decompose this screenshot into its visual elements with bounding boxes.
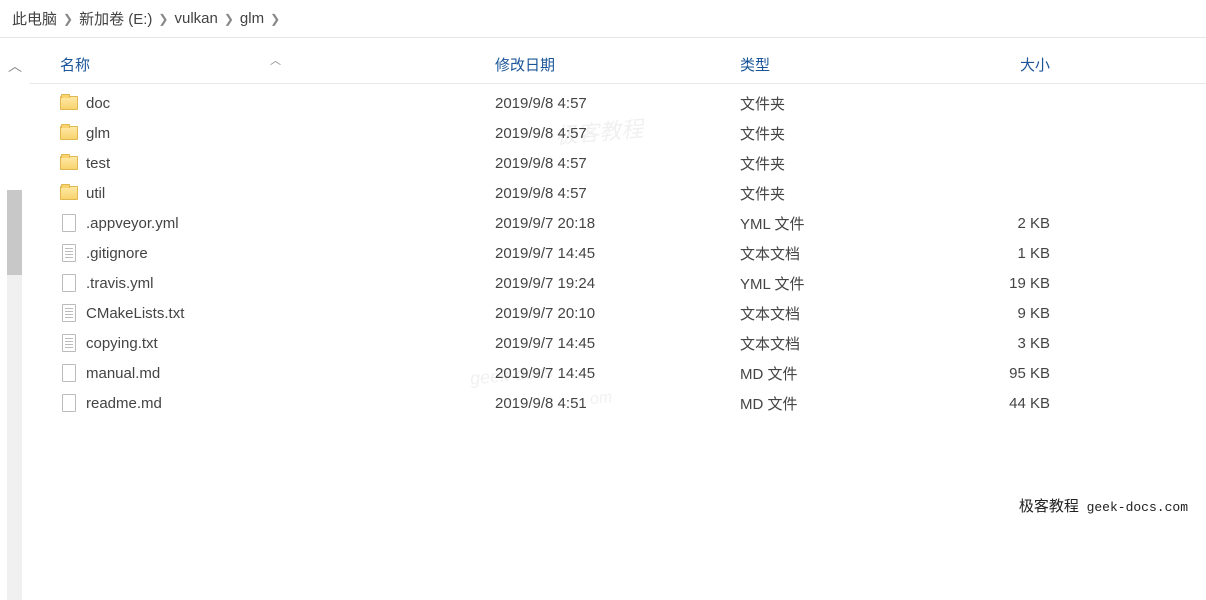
folder-icon — [60, 184, 78, 202]
cell-size: 44 KB — [935, 395, 1065, 412]
list-item[interactable]: util 2019/9/8 4:57文件夹 — [30, 178, 1206, 208]
header-type[interactable]: 类型 — [740, 54, 935, 75]
list-item[interactable]: doc 2019/9/8 4:57文件夹 — [30, 88, 1206, 118]
crumb-glm[interactable]: glm — [240, 10, 264, 27]
scrollbar-track[interactable] — [7, 190, 22, 600]
cell-date: 2019/9/8 4:57 — [495, 125, 740, 142]
chevron-right-icon: ❯ — [63, 12, 73, 26]
header-name[interactable]: 名称 — [30, 54, 495, 75]
chevron-up-icon[interactable]: ︿ — [8, 56, 22, 76]
cell-type: 文本文档 — [740, 333, 935, 354]
cell-size: 19 KB — [935, 275, 1065, 292]
cell-size: 9 KB — [935, 305, 1065, 322]
cell-name: test — [30, 154, 495, 172]
header-date[interactable]: 修改日期 — [495, 54, 740, 75]
item-name: test — [86, 155, 110, 172]
list-item[interactable]: copying.txt 2019/9/7 14:45文本文档3 KB — [30, 328, 1206, 358]
chevron-right-icon: ❯ — [270, 12, 280, 26]
item-name: readme.md — [86, 395, 162, 412]
folder-icon — [60, 124, 78, 142]
folder-icon — [60, 154, 78, 172]
file-icon — [60, 214, 78, 232]
cell-type: MD 文件 — [740, 363, 935, 384]
cell-type: 文本文档 — [740, 303, 935, 324]
cell-type: YML 文件 — [740, 273, 935, 294]
crumb-vulkan[interactable]: vulkan — [174, 10, 217, 27]
chevron-right-icon: ❯ — [224, 12, 234, 26]
cell-type: 文件夹 — [740, 93, 935, 114]
main-area: ︿ 名称 ︿ 修改日期 类型 大小 doc2019/9/8 4:57文件夹glm… — [0, 38, 1206, 524]
file-icon — [60, 274, 78, 292]
item-name: glm — [86, 125, 110, 142]
cell-type: 文件夹 — [740, 123, 935, 144]
footer-domain: geek-docs.com — [1087, 500, 1188, 515]
sort-chevron-icon[interactable]: ︿ — [270, 52, 281, 68]
cell-name: readme.md — [30, 394, 495, 412]
cell-name: .travis.yml — [30, 274, 495, 292]
item-name: .travis.yml — [86, 275, 154, 292]
item-name: manual.md — [86, 365, 160, 382]
cell-date: 2019/9/7 14:45 — [495, 335, 740, 352]
item-name: copying.txt — [86, 335, 158, 352]
column-headers: 名称 ︿ 修改日期 类型 大小 — [30, 46, 1206, 84]
cell-date: 2019/9/7 20:10 — [495, 305, 740, 322]
cell-name: glm — [30, 124, 495, 142]
cell-size: 95 KB — [935, 365, 1065, 382]
list-item[interactable]: glm 2019/9/8 4:57文件夹 — [30, 118, 1206, 148]
cell-date: 2019/9/8 4:51 — [495, 395, 740, 412]
item-name: .gitignore — [86, 245, 148, 262]
list-item[interactable]: .appveyor.yml 2019/9/7 20:18YML 文件2 KB — [30, 208, 1206, 238]
item-name: doc — [86, 95, 110, 112]
file-list: 名称 ︿ 修改日期 类型 大小 doc2019/9/8 4:57文件夹glm20… — [30, 38, 1206, 524]
cell-name: .gitignore — [30, 244, 495, 262]
cell-type: YML 文件 — [740, 213, 935, 234]
list-item[interactable]: test 2019/9/8 4:57文件夹 — [30, 148, 1206, 178]
cell-date: 2019/9/8 4:57 — [495, 155, 740, 172]
cell-name: copying.txt — [30, 334, 495, 352]
text-file-icon — [60, 304, 78, 322]
breadcrumb[interactable]: 此电脑 ❯ 新加卷 (E:) ❯ vulkan ❯ glm ❯ — [0, 0, 1206, 38]
cell-date: 2019/9/7 19:24 — [495, 275, 740, 292]
cell-type: 文件夹 — [740, 183, 935, 204]
cell-name: .appveyor.yml — [30, 214, 495, 232]
file-icon — [60, 364, 78, 382]
cell-date: 2019/9/7 20:18 — [495, 215, 740, 232]
crumb-drive[interactable]: 新加卷 (E:) — [79, 8, 152, 29]
text-file-icon — [60, 244, 78, 262]
folder-icon — [60, 94, 78, 112]
chevron-right-icon: ❯ — [158, 12, 168, 26]
item-name: CMakeLists.txt — [86, 305, 184, 322]
text-file-icon — [60, 334, 78, 352]
rows-container: doc2019/9/8 4:57文件夹glm2019/9/8 4:57文件夹te… — [30, 84, 1206, 418]
cell-size: 1 KB — [935, 245, 1065, 262]
cell-size: 3 KB — [935, 335, 1065, 352]
list-item[interactable]: manual.md 2019/9/7 14:45MD 文件95 KB — [30, 358, 1206, 388]
scrollbar-thumb[interactable] — [7, 190, 22, 275]
cell-date: 2019/9/8 4:57 — [495, 185, 740, 202]
cell-name: CMakeLists.txt — [30, 304, 495, 322]
cell-type: 文本文档 — [740, 243, 935, 264]
header-size[interactable]: 大小 — [935, 54, 1065, 75]
list-item[interactable]: CMakeLists.txt 2019/9/7 20:10文本文档9 KB — [30, 298, 1206, 328]
cell-type: 文件夹 — [740, 153, 935, 174]
cell-date: 2019/9/8 4:57 — [495, 95, 740, 112]
cell-name: manual.md — [30, 364, 495, 382]
list-item[interactable]: .travis.yml 2019/9/7 19:24YML 文件19 KB — [30, 268, 1206, 298]
item-name: util — [86, 185, 105, 202]
cell-date: 2019/9/7 14:45 — [495, 245, 740, 262]
footer-attribution: 极客教程 geek-docs.com — [1019, 495, 1188, 516]
list-item[interactable]: readme.md 2019/9/8 4:51MD 文件44 KB — [30, 388, 1206, 418]
cell-size: 2 KB — [935, 215, 1065, 232]
footer-brand: 极客教程 — [1019, 498, 1079, 515]
cell-type: MD 文件 — [740, 393, 935, 414]
file-icon — [60, 394, 78, 412]
list-item[interactable]: .gitignore 2019/9/7 14:45文本文档1 KB — [30, 238, 1206, 268]
item-name: .appveyor.yml — [86, 215, 179, 232]
cell-name: util — [30, 184, 495, 202]
cell-name: doc — [30, 94, 495, 112]
crumb-pc[interactable]: 此电脑 — [12, 8, 57, 29]
cell-date: 2019/9/7 14:45 — [495, 365, 740, 382]
